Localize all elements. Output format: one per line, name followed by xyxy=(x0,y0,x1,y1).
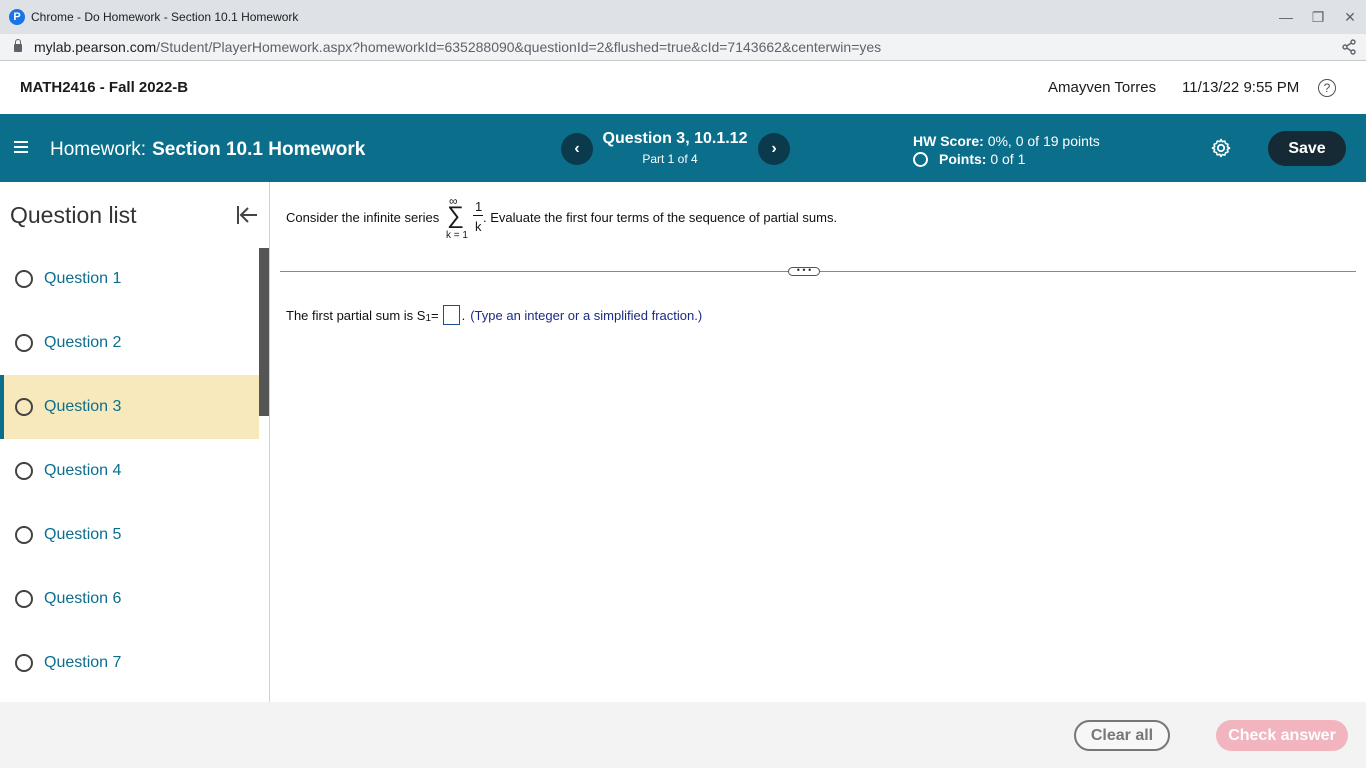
fraction-bar xyxy=(473,215,483,216)
gear-icon[interactable] xyxy=(1209,136,1233,160)
question-prompt: Consider the infinite series xyxy=(286,210,440,225)
question-part: Part 1 of 4 xyxy=(642,152,698,166)
question-list-sidebar: Question list Question 1 Question 2 Ques… xyxy=(0,182,270,702)
question-list-item-7[interactable]: Question 7 xyxy=(0,631,259,695)
clear-all-button[interactable]: Clear all xyxy=(1074,720,1170,751)
browser-title-bar: P Chrome - Do Homework - Section 10.1 Ho… xyxy=(0,0,1366,34)
close-icon[interactable]: ✕ xyxy=(1334,0,1366,34)
question-prompt-end: . Evaluate the first four terms of the s… xyxy=(483,210,838,225)
restore-icon[interactable]: ❐ xyxy=(1302,0,1334,34)
unanswered-circle-icon xyxy=(15,654,33,672)
unanswered-circle-icon xyxy=(15,462,33,480)
minimize-icon[interactable]: — xyxy=(1270,0,1302,34)
window-title: Chrome - Do Homework - Section 10.1 Home… xyxy=(31,10,299,24)
unanswered-circle-icon xyxy=(15,526,33,544)
fraction-numerator: 1 xyxy=(475,199,483,214)
sigma-lower-limit: k = 1 xyxy=(446,230,468,241)
hw-score: HW Score: 0%, 0 of 19 points xyxy=(913,133,1100,149)
user-name: Amayven Torres xyxy=(1048,79,1157,96)
share-icon[interactable] xyxy=(1342,39,1356,55)
sigma-symbol: ∑ xyxy=(447,202,465,229)
course-header: MATH2416 - Fall 2022-B Amayven Torres 11… xyxy=(0,62,1366,114)
unanswered-circle-icon xyxy=(15,398,33,416)
unanswered-circle-icon xyxy=(15,334,33,352)
datetime: 11/13/22 9:55 PM xyxy=(1182,79,1300,96)
question-list-item-6[interactable]: Question 6 xyxy=(0,567,259,631)
homework-title: Homework: Section 10.1 Homework xyxy=(50,139,366,160)
help-icon[interactable]: ? xyxy=(1318,79,1336,97)
question-list-title: Question list xyxy=(10,202,137,228)
question-content: Consider the infinite series ∞ ∑ k = 1 1… xyxy=(270,182,1366,702)
answer-line: The first partial sum is S1 = . (Type an… xyxy=(286,305,702,325)
pearson-app-icon: P xyxy=(9,9,25,25)
course-title: MATH2416 - Fall 2022-B xyxy=(20,79,189,96)
answer-hint: (Type an integer or a simplified fractio… xyxy=(470,307,703,323)
homework-bar: Homework: Section 10.1 Homework ‹ Questio… xyxy=(0,114,1366,182)
unanswered-circle-icon xyxy=(15,590,33,608)
check-answer-button[interactable]: Check answer xyxy=(1216,720,1348,751)
save-button[interactable]: Save xyxy=(1268,131,1346,166)
url-text[interactable]: mylab.pearson.com/Student/PlayerHomework… xyxy=(34,39,881,55)
question-list-item-5[interactable]: Question 5 xyxy=(0,503,259,567)
divider-handle[interactable]: • • • xyxy=(788,266,820,276)
sidebar-scrollbar[interactable] xyxy=(259,248,269,416)
answer-input[interactable] xyxy=(442,305,460,325)
question-list-item-1[interactable]: Question 1 xyxy=(0,247,259,311)
unanswered-circle-icon xyxy=(15,270,33,288)
lock-icon xyxy=(14,39,22,52)
hamburger-menu-icon[interactable] xyxy=(14,141,28,155)
points-status-icon xyxy=(913,151,928,167)
question-list-item-3[interactable]: Question 3 xyxy=(0,375,259,439)
question-list-item-4[interactable]: Question 4 xyxy=(0,439,259,503)
question-title: Question 3, 10.1.12 xyxy=(602,130,748,147)
next-question-button[interactable]: › xyxy=(758,133,790,165)
collapse-sidebar-icon[interactable] xyxy=(235,203,259,227)
question-list-item-2[interactable]: Question 2 xyxy=(0,311,259,375)
previous-question-button[interactable]: ‹ xyxy=(561,133,593,165)
points: Points: 0 of 1 xyxy=(913,151,1025,167)
footer-bar: Clear all Check answer xyxy=(0,702,1366,768)
address-bar[interactable]: mylab.pearson.com/Student/PlayerHomework… xyxy=(0,34,1366,61)
fraction-denominator: k xyxy=(475,219,482,234)
